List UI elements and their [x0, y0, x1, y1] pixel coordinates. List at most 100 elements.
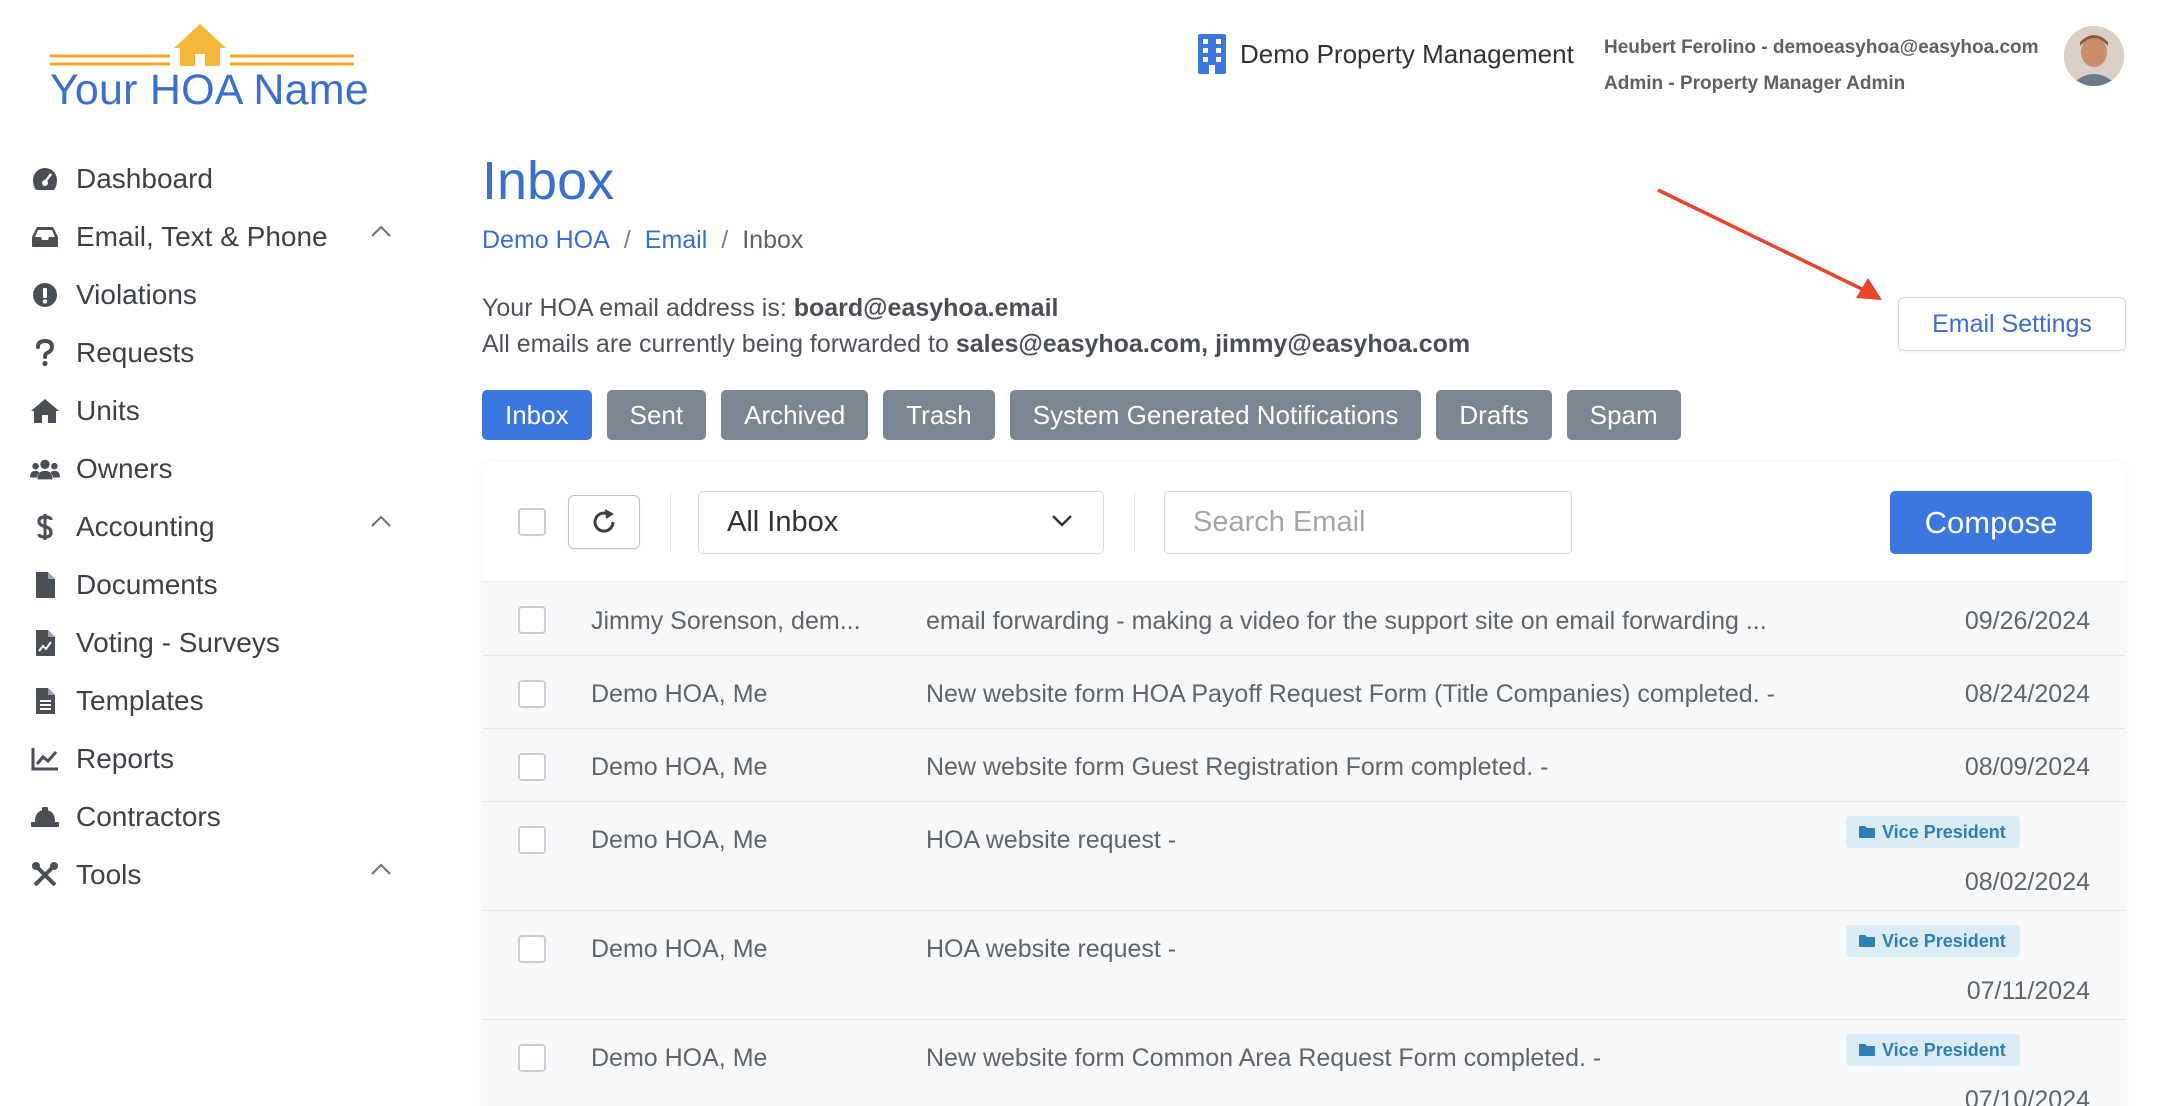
breadcrumb-current: Inbox: [742, 226, 804, 254]
sidebar-item-owners[interactable]: Owners: [30, 440, 400, 498]
email-sender: Demo HOA, Me: [591, 753, 768, 781]
email-sender: Demo HOA, Me: [591, 680, 768, 708]
email-date: 08/02/2024: [1964, 868, 2090, 896]
exclamation-circle-icon: [30, 280, 60, 310]
email-subject: New website form Common Area Request For…: [926, 1044, 1602, 1072]
chevron-up-icon[interactable]: [370, 862, 392, 876]
email-date: 08/09/2024: [1964, 753, 2090, 781]
sidebar-item-label: Email, Text & Phone: [76, 221, 328, 252]
tab-sent[interactable]: Sent: [606, 390, 707, 440]
email-info: Your HOA email address is: board@easyhoa…: [482, 290, 1470, 362]
hoa-email-prefix: Your HOA email address is:: [482, 294, 794, 322]
tab-trash[interactable]: Trash: [883, 390, 995, 440]
sidebar-item-documents[interactable]: Documents: [30, 556, 400, 614]
row-checkbox[interactable]: [518, 606, 546, 634]
row-checkbox[interactable]: [518, 1044, 546, 1072]
folder-icon: [1859, 826, 1875, 838]
sidebar-item-label: Requests: [76, 337, 195, 368]
label-badge[interactable]: Vice President: [1846, 816, 2020, 848]
user-name-email: Heubert Ferolino - demoeasyhoa@easyhoa.c…: [1604, 37, 2039, 58]
forwarding-prefix: All emails are currently being forwarded…: [482, 330, 956, 358]
gauge-icon: [30, 164, 60, 194]
hoa-email-address: board@easyhoa.email: [793, 294, 1059, 322]
tab-drafts[interactable]: Drafts: [1436, 390, 1552, 440]
compose-button[interactable]: Compose: [1890, 491, 2092, 554]
toolbar-divider: [670, 492, 671, 552]
sidebar-item-label: Reports: [76, 743, 175, 774]
row-checkbox[interactable]: [518, 753, 546, 781]
label-badge-text: Vice President: [1882, 1039, 2006, 1060]
inbox-tray-icon: [30, 222, 60, 252]
dollar-icon: [30, 512, 60, 542]
email-date: 07/10/2024: [1964, 1086, 2090, 1106]
line-chart-icon: [30, 744, 60, 774]
email-date: 09/26/2024: [1964, 607, 2090, 635]
select-all-checkbox[interactable]: [518, 508, 546, 536]
sidebar-item-reports[interactable]: Reports: [30, 730, 400, 788]
inbox-filter-value: All Inbox: [727, 506, 839, 538]
annotation-arrow-icon: [1657, 188, 1882, 300]
sidebar-item-units[interactable]: Units: [30, 382, 400, 440]
tab-inbox[interactable]: Inbox: [482, 390, 592, 440]
email-row[interactable]: Jimmy Sorenson, dem... email forwarding …: [482, 584, 2126, 656]
sidebar-item-label: Owners: [76, 453, 173, 484]
forwarding-line: All emails are currently being forwarded…: [482, 326, 1470, 362]
email-subject: New website form HOA Payoff Request Form…: [926, 680, 1775, 708]
sidebar-item-email-text-phone[interactable]: Email, Text & Phone: [30, 208, 400, 266]
page-title: Inbox: [482, 151, 615, 211]
sidebar-item-requests[interactable]: Requests: [30, 324, 400, 382]
sidebar-item-accounting[interactable]: Accounting: [30, 498, 400, 556]
house-icon: [30, 396, 60, 426]
email-row[interactable]: Demo HOA, Me HOA website request - Vice …: [482, 911, 2126, 1020]
chevron-up-icon[interactable]: [370, 224, 392, 238]
row-checkbox[interactable]: [518, 680, 546, 708]
breadcrumb-email[interactable]: Email: [645, 226, 708, 255]
email-sender: Jimmy Sorenson, dem...: [591, 607, 861, 635]
tab-spam[interactable]: Spam: [1566, 390, 1681, 440]
sidebar-item-voting-surveys[interactable]: Voting - Surveys: [30, 614, 400, 672]
forwarding-addresses: sales@easyhoa.com, jimmy@easyhoa.com: [955, 330, 1471, 358]
file-chart-icon: [30, 628, 60, 658]
tools-icon: [30, 860, 60, 890]
email-row[interactable]: Demo HOA, Me New website form Guest Regi…: [482, 729, 2126, 802]
label-badge[interactable]: Vice President: [1846, 1034, 2020, 1066]
sidebar-item-label: Contractors: [76, 801, 221, 832]
row-checkbox[interactable]: [518, 935, 546, 963]
chevron-up-icon[interactable]: [370, 514, 392, 528]
sidebar-item-tools[interactable]: Tools: [30, 846, 400, 904]
tab-archived[interactable]: Archived: [721, 390, 869, 440]
search-email-input[interactable]: [1164, 491, 1572, 554]
sidebar-item-violations[interactable]: Violations: [30, 266, 400, 324]
sidebar-item-dashboard[interactable]: Dashboard: [30, 150, 400, 208]
inbox-filter-select[interactable]: All Inbox: [698, 491, 1104, 554]
logo-text: Your HOA Name: [50, 66, 369, 114]
sidebar-item-templates[interactable]: Templates: [30, 672, 400, 730]
user-info[interactable]: Heubert Ferolino - demoeasyhoa@easyhoa.c…: [1604, 30, 2039, 102]
email-row[interactable]: Demo HOA, Me HOA website request - Vice …: [482, 802, 2126, 911]
breadcrumb-demo-hoa[interactable]: Demo HOA: [482, 226, 610, 255]
company-switcher[interactable]: Demo Property Management: [1196, 34, 1574, 74]
hoa-logo[interactable]: Your HOA Name: [48, 22, 369, 122]
breadcrumb: Demo HOA / Email / Inbox: [482, 226, 803, 255]
row-checkbox[interactable]: [518, 826, 546, 854]
question-mark-icon: [30, 338, 60, 368]
email-row[interactable]: Demo HOA, Me New website form Common Are…: [482, 1020, 2126, 1106]
sidebar-item-contractors[interactable]: Contractors: [30, 788, 400, 846]
tab-system-generated-notifications[interactable]: System Generated Notifications: [1009, 390, 1422, 440]
email-settings-button[interactable]: Email Settings: [1898, 297, 2126, 351]
folder-icon: [1859, 1044, 1875, 1056]
label-badge[interactable]: Vice President: [1846, 925, 2020, 957]
breadcrumb-separator: /: [721, 226, 729, 254]
folder-tabs: Inbox Sent Archived Trash System Generat…: [482, 390, 1681, 440]
refresh-button[interactable]: [568, 495, 640, 549]
breadcrumb-separator: /: [623, 226, 631, 254]
label-badge-text: Vice President: [1882, 821, 2006, 842]
email-row[interactable]: Demo HOA, Me New website form HOA Payoff…: [482, 656, 2126, 729]
mail-toolbar: All Inbox Compose: [482, 462, 2126, 582]
hard-hat-icon: [30, 802, 60, 832]
chevron-down-icon: [1052, 515, 1072, 527]
email-subject: email forwarding - making a video for th…: [926, 607, 1767, 635]
label-badge-text: Vice President: [1882, 930, 2006, 951]
avatar[interactable]: [2064, 26, 2124, 86]
folder-icon: [1859, 935, 1875, 947]
